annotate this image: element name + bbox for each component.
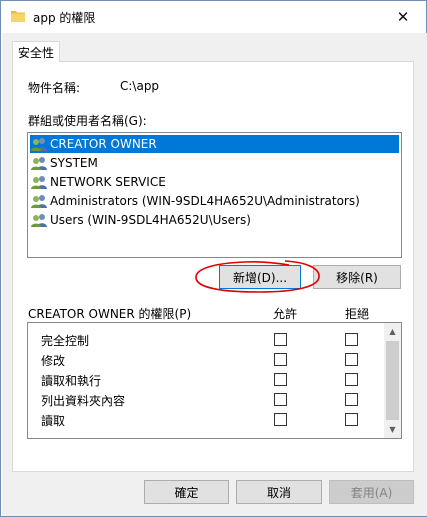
permission-row: 讀取和執行 <box>28 369 382 389</box>
close-button[interactable]: ✕ <box>380 1 426 33</box>
groups-label: 群組或使用者名稱(G): <box>28 114 147 128</box>
cancel-button[interactable]: 取消 <box>236 480 322 504</box>
permission-name: 讀取 <box>41 414 66 428</box>
folder-icon <box>11 11 25 22</box>
object-name-label: 物件名稱: <box>28 81 81 95</box>
list-item[interactable]: Administrators (WIN-9SDL4HA652U\Administ… <box>30 192 360 210</box>
permission-row: 完全控制 <box>28 329 382 349</box>
permission-row: 列出資料夾內容 <box>28 389 382 409</box>
deny-checkbox[interactable] <box>345 373 358 386</box>
window-title: app 的權限 <box>33 11 96 25</box>
users-icon <box>31 176 47 189</box>
scroll-down-icon[interactable]: ▼ <box>384 421 401 438</box>
scroll-up-icon[interactable]: ▲ <box>384 323 401 340</box>
remove-button-label: 移除(R) <box>336 270 378 285</box>
list-item-label: NETWORK SERVICE <box>50 175 166 189</box>
title-bar: app 的權限 ✕ <box>1 1 426 33</box>
allow-checkbox[interactable] <box>274 373 287 386</box>
list-item[interactable]: SYSTEM <box>30 154 98 172</box>
permission-name: 列出資料夾內容 <box>41 394 126 408</box>
permission-name: 讀取和執行 <box>41 374 102 388</box>
list-item-label: Administrators (WIN-9SDL4HA652U\Administ… <box>50 194 360 208</box>
deny-checkbox[interactable] <box>345 333 358 346</box>
ok-button-label: 確定 <box>174 485 199 500</box>
deny-column-header: 拒絕 <box>345 307 370 321</box>
tab-security-label: 安全性 <box>17 45 54 60</box>
allow-checkbox[interactable] <box>274 413 287 426</box>
users-icon <box>31 214 47 227</box>
remove-button[interactable]: 移除(R) <box>313 265 401 289</box>
allow-checkbox[interactable] <box>274 333 287 346</box>
list-item-label: CREATOR OWNER <box>50 137 157 151</box>
scroll-thumb[interactable] <box>386 341 399 420</box>
permission-row: 讀取 <box>28 409 382 429</box>
permission-row: 修改 <box>28 349 382 369</box>
list-item[interactable]: Users (WIN-9SDL4HA652U\Users) <box>30 211 251 229</box>
users-icon <box>31 157 47 170</box>
groups-listbox[interactable]: CREATOR OWNER SYSTEM NETWORK SERVICE Admini… <box>27 132 402 258</box>
list-item[interactable]: CREATOR OWNER <box>30 135 399 153</box>
list-item-label: Users (WIN-9SDL4HA652U\Users) <box>50 213 251 227</box>
permissions-list: 讀取 列出資料夾內容 讀取和執行 修改 完全控制 ▲ ▼ <box>27 322 402 439</box>
tab-security[interactable]: 安全性 <box>12 41 60 62</box>
add-button-label: 新增(D)... <box>232 270 288 285</box>
users-icon <box>31 195 47 208</box>
list-item-label: SYSTEM <box>50 156 98 170</box>
object-name-value: C:\app <box>120 79 160 93</box>
allow-checkbox[interactable] <box>274 353 287 366</box>
cancel-button-label: 取消 <box>266 485 291 500</box>
list-item[interactable]: NETWORK SERVICE <box>30 173 166 191</box>
deny-checkbox[interactable] <box>345 393 358 406</box>
allow-column-header: 允許 <box>273 307 298 321</box>
deny-checkbox[interactable] <box>345 353 358 366</box>
permissions-scrollbar[interactable]: ▲ ▼ <box>384 323 401 438</box>
close-icon: ✕ <box>396 8 410 26</box>
apply-button-label: 套用(A) <box>350 485 393 500</box>
permission-name: 修改 <box>41 354 66 368</box>
allow-checkbox[interactable] <box>274 393 287 406</box>
ok-button[interactable]: 確定 <box>144 480 229 504</box>
permissions-header: CREATOR OWNER 的權限(P) <box>28 307 192 321</box>
deny-checkbox[interactable] <box>345 413 358 426</box>
permission-name: 完全控制 <box>41 334 90 348</box>
apply-button: 套用(A) <box>329 480 414 504</box>
add-button[interactable]: 新增(D)... <box>219 265 301 289</box>
users-icon <box>31 138 47 151</box>
